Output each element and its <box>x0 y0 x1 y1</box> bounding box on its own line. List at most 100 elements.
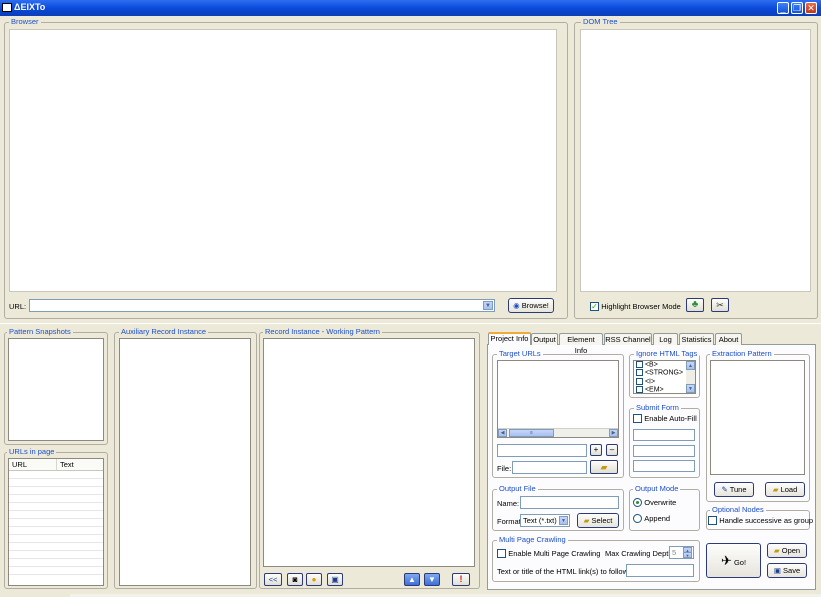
url-column-header[interactable]: URL <box>9 459 57 470</box>
go-icon: ✈ <box>720 553 732 568</box>
extraction-pattern-tree[interactable] <box>710 360 805 475</box>
scroll-down-icon[interactable]: ▼ <box>686 384 695 393</box>
save-icon: ▣ <box>773 566 781 575</box>
target-urls-list[interactable]: ◀ ≡ ▶ <box>497 360 619 438</box>
close-button[interactable]: ✕ <box>805 2 817 14</box>
format-select[interactable]: Text (*.txt) ▼ <box>520 514 570 527</box>
table-row <box>9 551 103 559</box>
url-input[interactable]: ▼ <box>29 299 495 312</box>
disk-icon[interactable]: ▣ <box>327 573 343 586</box>
text-column-header[interactable]: Text <box>57 459 103 470</box>
maximize-button[interactable]: ❐ <box>791 2 803 14</box>
form-field-3[interactable] <box>633 460 695 472</box>
load-button[interactable]: ▰ Load <box>765 482 805 497</box>
table-row <box>9 559 103 567</box>
file-label: File: <box>497 464 512 473</box>
first-button[interactable]: << <box>264 573 282 586</box>
output-mode-label: Output Mode <box>633 484 681 493</box>
dom-tree-view[interactable] <box>580 29 811 292</box>
tab-output[interactable]: Output <box>531 333 558 345</box>
add-url-button[interactable]: + <box>590 444 602 456</box>
auxiliary-label: Auxiliary Record Instance <box>119 327 209 336</box>
max-depth-stepper[interactable]: 5 ▲ ▼ <box>669 546 694 559</box>
tune-icon: ✎ <box>721 485 728 494</box>
urls-table[interactable]: URL Text <box>8 458 104 586</box>
format-dropdown-icon[interactable]: ▼ <box>559 516 568 525</box>
open-icon: ▰ <box>773 546 780 555</box>
output-mode-group <box>629 489 700 531</box>
title-bar: ΔEIXTo _ ❐ ✕ <box>0 0 821 16</box>
tab-rss-channel[interactable]: RSS Channel <box>604 333 652 345</box>
remove-url-button[interactable]: – <box>606 444 618 456</box>
output-name-input[interactable] <box>520 496 619 509</box>
tab-statistics[interactable]: Statistics <box>679 333 714 345</box>
target-urls-label: Target URLs <box>497 349 543 358</box>
highlight-checkbox[interactable]: ✓ <box>590 302 599 312</box>
multi-page-label: Multi Page Crawling <box>497 535 568 544</box>
tab-about[interactable]: About <box>715 333 742 345</box>
ignore-tags-list[interactable]: <B> <STRONG> <I> <EM> ▲ ▼ <box>633 360 696 394</box>
target-url-input[interactable] <box>497 444 587 457</box>
table-row <box>9 495 103 503</box>
select-button[interactable]: ▰ Select <box>577 513 619 528</box>
tune-button[interactable]: ✎ Tune <box>714 482 754 497</box>
highlight-browser-mode[interactable]: ✓ Highlight Browser Mode <box>590 302 681 312</box>
depth-down-icon[interactable]: ▼ <box>683 552 692 558</box>
target-urls-scrollbar[interactable]: ◀ ≡ ▶ <box>498 428 618 437</box>
urls-table-header: URL Text <box>9 459 103 471</box>
scroll-up-icon[interactable]: ▲ <box>686 361 695 370</box>
save-button[interactable]: ▣ Save <box>767 563 807 578</box>
append-radio[interactable] <box>633 514 642 524</box>
scissors-icon[interactable]: ✂ <box>711 298 729 312</box>
scroll-right-icon[interactable]: ▶ <box>609 429 618 437</box>
handle-successive-checkbox[interactable] <box>708 516 717 526</box>
overwrite-radio[interactable] <box>633 498 642 508</box>
down-icon[interactable]: ▼ <box>424 573 440 586</box>
tab-project-info[interactable]: Project Info <box>488 332 531 345</box>
form-field-1[interactable] <box>633 429 695 441</box>
append-option[interactable]: Append <box>633 514 670 524</box>
submit-form-label: Submit Form <box>634 403 681 412</box>
enable-multi-page-checkbox[interactable] <box>497 549 506 559</box>
follow-text-input[interactable] <box>626 564 694 577</box>
browse-button[interactable]: ◉ Browse! <box>508 298 554 313</box>
tree-icon[interactable]: ♣ <box>686 298 704 312</box>
camera-icon[interactable]: ◙ <box>287 573 303 586</box>
ignore-tags-scrollbar[interactable]: ▲ ▼ <box>686 361 695 393</box>
table-row <box>9 527 103 535</box>
pattern-snapshots-list[interactable] <box>8 338 104 441</box>
url-dropdown-icon[interactable]: ▼ <box>483 301 493 310</box>
handle-successive[interactable]: Handle successive as group <box>708 516 813 526</box>
file-input[interactable] <box>512 461 587 474</box>
tab-log[interactable]: Log <box>653 333 678 345</box>
table-row <box>9 471 103 479</box>
enable-autofill-checkbox[interactable] <box>633 414 642 424</box>
form-field-2[interactable] <box>633 445 695 457</box>
record-instance-label: Record Instance - Working Pattern <box>263 327 382 336</box>
folder-icon[interactable]: ▰ <box>590 460 618 474</box>
max-depth-label: Max Crawling Depth: <box>605 549 675 558</box>
auxiliary-tree[interactable] <box>119 338 251 586</box>
table-row <box>9 503 103 511</box>
go-button[interactable]: ✈ Go! <box>706 543 761 578</box>
format-label: Format: <box>497 517 523 526</box>
browser-view[interactable] <box>9 29 557 292</box>
tab-element-info[interactable]: Element Info <box>559 333 603 355</box>
table-row <box>9 535 103 543</box>
scroll-left-icon[interactable]: ◀ <box>498 429 507 437</box>
overwrite-option[interactable]: Overwrite <box>633 498 676 508</box>
splitter[interactable] <box>0 323 821 324</box>
scroll-thumb[interactable]: ≡ <box>509 429 554 437</box>
enable-autofill[interactable]: Enable Auto-Fill <box>633 414 697 424</box>
optional-nodes-label: Optional Nodes <box>710 505 766 514</box>
minimize-button[interactable]: _ <box>777 2 789 14</box>
table-row <box>9 519 103 527</box>
bulb-icon[interactable]: ● <box>306 573 322 586</box>
output-file-label: Output File <box>497 484 538 493</box>
enable-multi-page[interactable]: Enable Multi Page Crawling <box>497 549 600 559</box>
up-icon[interactable]: ▲ <box>404 573 420 586</box>
open-button[interactable]: ▰ Open <box>767 543 807 558</box>
urls-in-page-label: URLs in page <box>7 447 57 456</box>
working-pattern-tree[interactable] <box>263 338 475 567</box>
warning-button[interactable]: ! <box>452 573 470 586</box>
